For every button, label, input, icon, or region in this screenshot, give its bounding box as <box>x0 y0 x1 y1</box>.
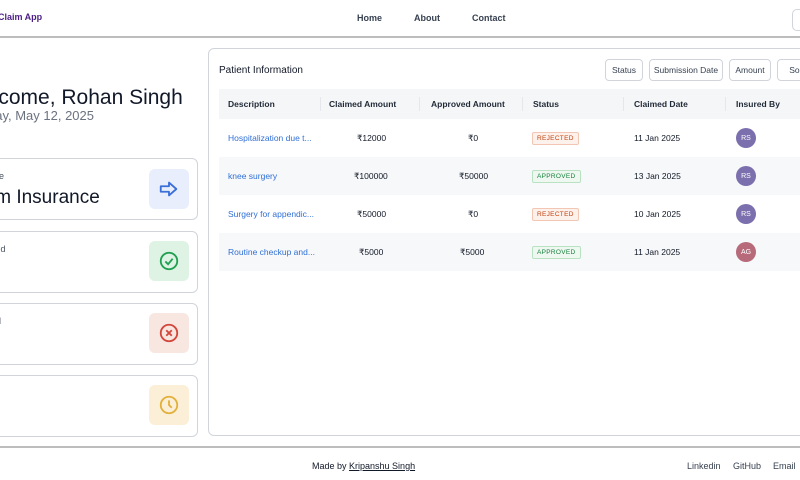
filter-submission-date-button[interactable]: Submission Date <box>649 59 723 81</box>
column-separator <box>725 97 726 111</box>
footer-link-linkedin[interactable]: Linkedin <box>687 461 721 471</box>
avatar[interactable]: RS <box>736 166 756 186</box>
approved-amount: ₹50000 <box>459 171 489 181</box>
arrow-right-icon <box>149 169 189 209</box>
footer: Made by Kripanshu Singh Linkedin GitHub … <box>0 446 800 480</box>
current-date: day, May 12, 2025 <box>0 108 94 123</box>
avatar[interactable]: AG <box>736 242 756 262</box>
table-row[interactable]: Hospitalization due t... ₹12000 ₹0 REJEC… <box>219 119 800 157</box>
status-badge: APPROVED <box>532 246 581 259</box>
claimed-amount: ₹100000 <box>354 171 388 181</box>
status-badge: REJECTED <box>532 208 579 221</box>
claimed-amount: ₹12000 <box>357 133 387 143</box>
top-navbar: Claim App Home About Contact <box>0 0 800 38</box>
table-header: Description Claimed Amount Approved Amou… <box>219 89 800 119</box>
column-separator <box>623 97 624 111</box>
table-row[interactable]: Surgery for appendic... ₹50000 ₹0 REJECT… <box>219 195 800 233</box>
made-by-prefix: Made by <box>312 461 350 471</box>
x-circle-icon <box>149 313 189 353</box>
card-value: im Insurance <box>0 187 100 208</box>
avatar[interactable]: RS <box>736 128 756 148</box>
welcome-heading: elcome, Rohan Singh <box>0 86 183 109</box>
author-link[interactable]: Kripanshu Singh <box>349 461 415 471</box>
nav-link-contact[interactable]: Contact <box>472 13 506 23</box>
card-label: ed <box>0 316 1 326</box>
column-insured-by[interactable]: Insured By <box>736 99 780 109</box>
claimed-date: 11 Jan 2025 <box>634 247 681 257</box>
column-approved-amount[interactable]: Approved Amount <box>431 99 505 109</box>
header-action-button[interactable] <box>792 9 800 31</box>
approved-amount: ₹5000 <box>460 247 485 257</box>
sort-button[interactable]: Sort <box>777 59 800 81</box>
table-row[interactable]: Routine checkup and... ₹5000 ₹5000 APPRO… <box>219 233 800 271</box>
claim-description-link[interactable]: Hospitalization due t... <box>228 133 312 143</box>
card-claim-insurance[interactable]: ere im Insurance <box>0 158 198 220</box>
panel-title: Patient Information <box>219 65 303 76</box>
brand-logo[interactable]: Claim App <box>0 12 42 22</box>
nav-link-about[interactable]: About <box>414 13 440 23</box>
status-badge: REJECTED <box>532 132 579 145</box>
table-row[interactable]: knee surgery ₹100000 ₹50000 APPROVED 13 … <box>219 157 800 195</box>
claim-description-link[interactable]: knee surgery <box>228 171 277 181</box>
claimed-amount: ₹5000 <box>359 247 384 257</box>
card-rejected[interactable]: ed <box>0 303 198 365</box>
card-label: ved <box>0 244 6 254</box>
card-label: ere <box>0 171 5 181</box>
column-status[interactable]: Status <box>533 99 559 109</box>
column-claimed-date[interactable]: Claimed Date <box>634 99 688 109</box>
filter-status-button[interactable]: Status <box>605 59 643 81</box>
approved-amount: ₹0 <box>468 209 479 219</box>
patient-information-panel: Patient Information Status Submission Da… <box>208 48 800 436</box>
claim-description-link[interactable]: Surgery for appendic... <box>228 209 314 219</box>
approved-amount: ₹0 <box>468 133 479 143</box>
footer-link-email[interactable]: Email <box>773 461 796 471</box>
column-claimed-amount[interactable]: Claimed Amount <box>329 99 396 109</box>
footer-link-github[interactable]: GitHub <box>733 461 761 471</box>
nav-link-home[interactable]: Home <box>357 13 382 23</box>
card-pending[interactable]: g <box>0 375 198 437</box>
column-description[interactable]: Description <box>228 99 275 109</box>
claimed-amount: ₹50000 <box>357 209 387 219</box>
made-by-text: Made by Kripanshu Singh <box>312 461 415 471</box>
claimed-date: 13 Jan 2025 <box>634 171 681 181</box>
check-circle-icon <box>149 241 189 281</box>
clock-icon <box>149 385 189 425</box>
claim-description-link[interactable]: Routine checkup and... <box>228 247 315 257</box>
filter-amount-button[interactable]: Amount <box>729 59 771 81</box>
status-badge: APPROVED <box>532 170 581 183</box>
avatar[interactable]: RS <box>736 204 756 224</box>
card-approved[interactable]: ved <box>0 231 198 293</box>
column-separator <box>522 97 523 111</box>
claimed-date: 11 Jan 2025 <box>634 133 681 143</box>
column-separator <box>320 97 321 111</box>
claimed-date: 10 Jan 2025 <box>634 209 681 219</box>
column-separator <box>419 97 420 111</box>
